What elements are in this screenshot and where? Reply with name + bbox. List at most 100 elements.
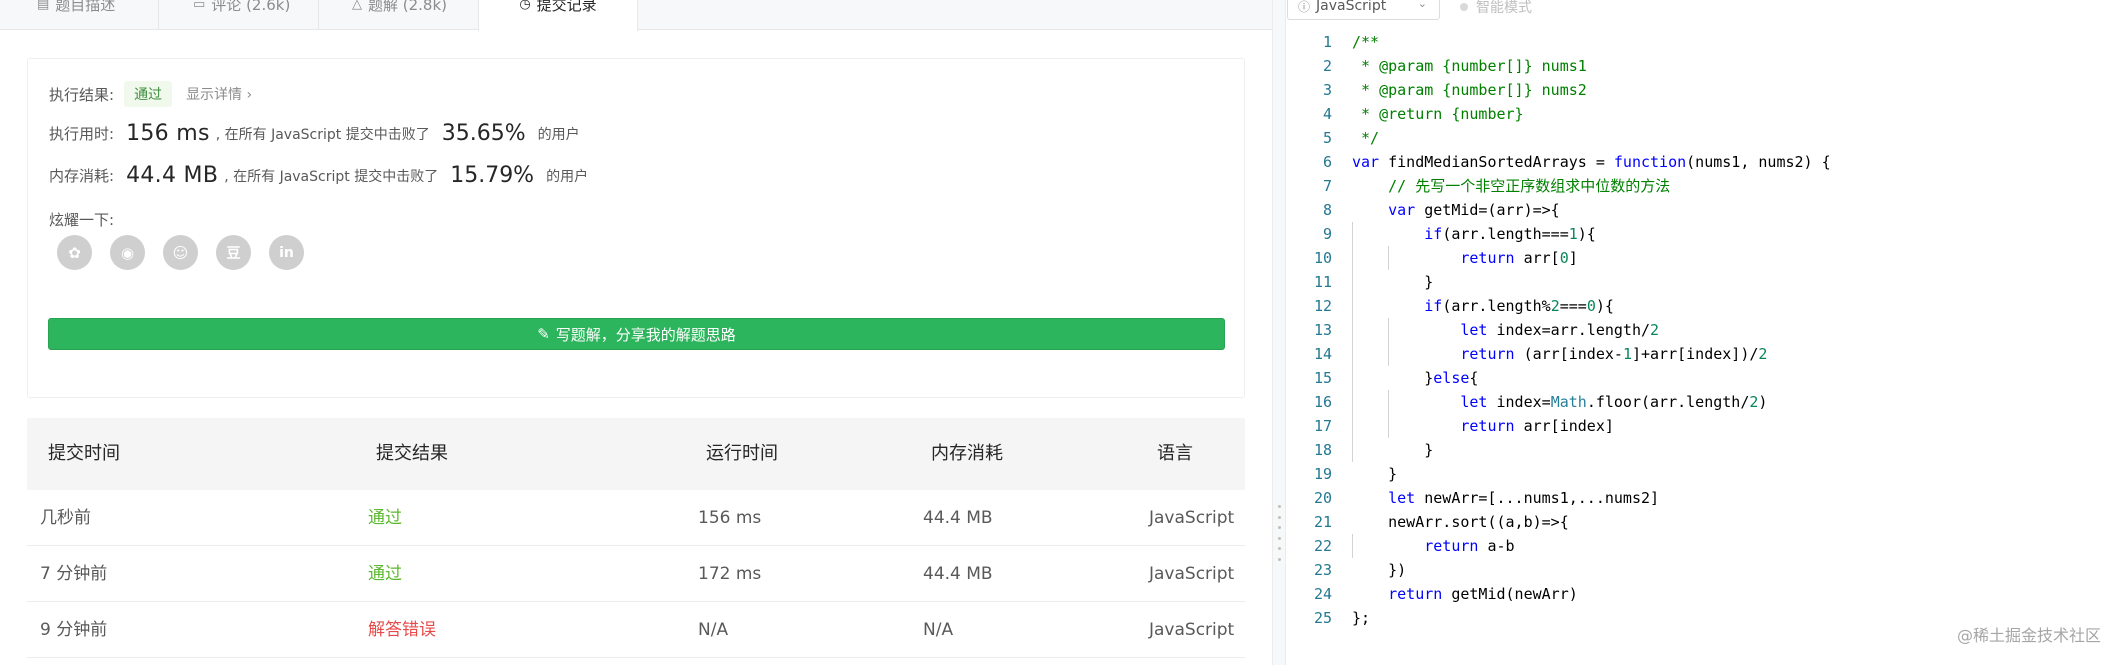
memory-text: , 在所有 JavaScript 提交中击败了: [224, 168, 439, 185]
write-solution-button[interactable]: ✎ 写题解，分享我的解题思路: [48, 318, 1225, 350]
code-line[interactable]: 1 /**: [1286, 30, 2118, 54]
comment-icon: ▭: [193, 0, 206, 12]
code-line[interactable]: 17 return arr[index]: [1286, 414, 2118, 438]
code-line[interactable]: 7 // 先写一个非空正序数组求中位数的方法: [1286, 174, 2118, 198]
table-row[interactable]: 7 分钟前 通过 172 ms 44.4 MB JavaScript: [27, 546, 1245, 602]
line-number: 25: [1313, 609, 1332, 627]
submission-panel: ▤ 题目描述 ▭ 评论 (2.6k) △ 题解 (2.8k) ◷ 提交记录 执行…: [0, 0, 1272, 665]
code-line[interactable]: 8 var getMid=(arr)=>{: [1286, 198, 2118, 222]
code-line[interactable]: 3 * @param {number[]} nums2: [1286, 78, 2118, 102]
code-line[interactable]: 5 */: [1286, 126, 2118, 150]
code-line[interactable]: 10 return arr[0]: [1286, 246, 2118, 270]
code-text: return arr[index]: [1460, 417, 1614, 435]
line-number: 11: [1313, 273, 1332, 291]
show-details-link[interactable]: 显示详情 ›: [186, 84, 252, 104]
code-line[interactable]: 23 }): [1286, 558, 2118, 582]
wechat-icon[interactable]: ✿: [57, 235, 92, 270]
tab-description-label: 题目描述: [55, 0, 116, 14]
douban-icon[interactable]: 豆: [216, 235, 251, 270]
code-line[interactable]: 15 }else{: [1286, 366, 2118, 390]
code-area[interactable]: 1/** 2 * @param {number[]} nums1 3 * @para…: [1286, 30, 2118, 630]
cell-language: JavaScript: [1149, 508, 1235, 528]
chevron-down-icon: ⌄: [1417, 0, 1427, 10]
code-line[interactable]: 2 * @param {number[]} nums1: [1286, 54, 2118, 78]
tab-solutions[interactable]: △ 题解 (2.8k): [352, 0, 447, 30]
line-number: 3: [1322, 81, 1332, 99]
tab-comments-label: 评论 (2.6k): [211, 0, 291, 14]
line-number: 20: [1313, 489, 1332, 507]
line-number: 6: [1322, 153, 1332, 171]
memory-suffix: 的用户: [546, 168, 589, 185]
line-number: 8: [1322, 201, 1332, 219]
cell-result[interactable]: 解答错误: [368, 602, 436, 658]
line-number: 10: [1313, 249, 1332, 267]
cell-runtime: 172 ms: [698, 564, 762, 584]
result-row: 执行结果: 通过 显示详情 ›: [49, 81, 252, 107]
header-language: 语言: [1157, 443, 1193, 464]
code-line[interactable]: 16 let index=Math.floor(arr.length/2): [1286, 390, 2118, 414]
code-line[interactable]: 18 }: [1286, 438, 2118, 462]
runtime-percent: 35.65%: [441, 121, 526, 146]
code-line[interactable]: 20 let newArr=[...nums1,...nums2]: [1286, 486, 2118, 510]
tab-submissions[interactable]: ◷ 提交记录: [478, 0, 638, 31]
status-badge: 通过: [124, 81, 173, 107]
code-line[interactable]: 9 if(arr.length===1){: [1286, 222, 2118, 246]
flask-icon: △: [352, 0, 362, 12]
code-text: // 先写一个非空正序数组求中位数的方法: [1352, 177, 1671, 195]
code-text: return (arr[index-1]+arr[index])/2: [1460, 345, 1768, 363]
cell-memory: N/A: [923, 620, 954, 640]
code-line[interactable]: 19 }: [1286, 462, 2118, 486]
memory-percent: 15.79%: [450, 163, 535, 188]
linkedin-icon[interactable]: in: [269, 235, 304, 270]
line-number: 24: [1313, 585, 1332, 603]
drag-handle-icon[interactable]: [1278, 505, 1282, 561]
result-card: 执行结果: 通过 显示详情 › 执行用时: 156 ms , 在所有 JavaS…: [27, 58, 1245, 398]
code-line[interactable]: 24 return getMid(newArr): [1286, 582, 2118, 606]
code-line[interactable]: 14 return (arr[index-1]+arr[index])/2: [1286, 342, 2118, 366]
table-row[interactable]: 几秒前 通过 156 ms 44.4 MB JavaScript: [27, 490, 1245, 546]
tab-description[interactable]: ▤ 题目描述: [37, 0, 115, 30]
table-row[interactable]: 9 分钟前 解答错误 N/A N/A JavaScript: [27, 602, 1245, 658]
code-text: if(arr.length===1){: [1424, 225, 1596, 243]
result-label: 执行结果:: [49, 85, 115, 104]
code-text: var getMid=(arr)=>{: [1388, 201, 1560, 219]
code-line[interactable]: 4 * @return {number}: [1286, 102, 2118, 126]
line-number: 2: [1322, 57, 1332, 75]
code-text: }: [1352, 441, 1434, 459]
panel-splitter[interactable]: [1272, 0, 1286, 665]
cell-time: 9 分钟前: [40, 620, 108, 640]
qq-icon[interactable]: ☺: [163, 235, 198, 270]
line-number: 7: [1322, 177, 1332, 195]
cell-time: 几秒前: [40, 508, 91, 528]
memory-value: 44.4 MB: [126, 163, 219, 188]
memory-row: 内存消耗: 44.4 MB , 在所有 JavaScript 提交中击败了 15…: [49, 163, 588, 188]
code-line[interactable]: 13 let index=arr.length/2: [1286, 318, 2118, 342]
cell-memory: 44.4 MB: [923, 508, 993, 528]
line-number: 14: [1313, 345, 1332, 363]
language-label: JavaScript: [1316, 0, 1387, 14]
info-icon: ⓘ: [1298, 0, 1311, 14]
tab-comments[interactable]: ▭ 评论 (2.6k): [193, 0, 290, 30]
line-number: 1: [1322, 33, 1332, 51]
code-text: }else{: [1352, 369, 1479, 387]
code-line[interactable]: 12 if(arr.length%2===0){: [1286, 294, 2118, 318]
cell-result[interactable]: 通过: [368, 490, 402, 546]
toggle-dot-icon: [1460, 3, 1468, 11]
editor-toolbar: ⓘ JavaScript ⌄ 智能模式: [1286, 0, 2118, 22]
code-line[interactable]: 22 return a-b: [1286, 534, 2118, 558]
tab-divider: [318, 0, 319, 30]
smart-mode-toggle[interactable]: 智能模式: [1460, 0, 1532, 17]
line-number: 16: [1313, 393, 1332, 411]
weibo-icon[interactable]: ◉: [110, 235, 145, 270]
cell-result[interactable]: 通过: [368, 546, 402, 602]
runtime-row: 执行用时: 156 ms , 在所有 JavaScript 提交中击败了 35.…: [49, 121, 580, 146]
code-text: return getMid(newArr): [1388, 585, 1578, 603]
line-number: 19: [1313, 465, 1332, 483]
document-icon: ▤: [37, 0, 50, 12]
code-line[interactable]: 6 var findMedianSortedArrays = function(n…: [1286, 150, 2118, 174]
language-select[interactable]: ⓘ JavaScript ⌄: [1287, 0, 1440, 20]
code-line[interactable]: 21 newArr.sort((a,b)=>{: [1286, 510, 2118, 534]
code-text: };: [1352, 609, 1371, 627]
code-line[interactable]: 11 }: [1286, 270, 2118, 294]
code-text: if(arr.length%2===0){: [1424, 297, 1614, 315]
